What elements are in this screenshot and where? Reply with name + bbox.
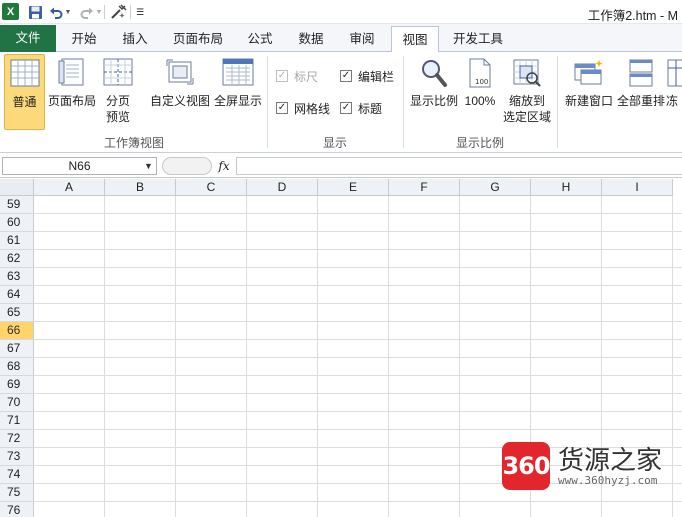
row-header[interactable]: 60: [0, 214, 34, 232]
column-header-e[interactable]: E: [318, 179, 389, 196]
row-header[interactable]: 75: [0, 484, 34, 502]
page-break-preview-icon: [103, 58, 133, 89]
document-title: 工作簿2.htm - M: [587, 9, 678, 23]
group-label-zoom: 显示比例: [455, 136, 504, 150]
magnifier-icon: [419, 58, 449, 91]
redo-icon[interactable]: [80, 3, 94, 21]
column-header-g[interactable]: G: [460, 179, 531, 196]
gridlines-checkbox[interactable]: ✓ 网格线: [276, 100, 330, 116]
row-header[interactable]: 67: [0, 340, 34, 358]
ribbon-view: 普通 页面布局 分页 预览 自定义视图 全屏显示 工作簿视图 ✓ 标尺 ✓ 编辑栏 ✓…: [0, 52, 682, 153]
column-header-a[interactable]: A: [34, 179, 105, 196]
row-header[interactable]: 63: [0, 268, 34, 286]
row-header[interactable]: 69: [0, 376, 34, 394]
separator: [104, 5, 105, 19]
group-label-show: 显示: [322, 136, 347, 150]
zoom-to-selection-button[interactable]: 缩放到 选定区域: [500, 54, 554, 130]
row-header[interactable]: 76: [0, 502, 34, 517]
svg-text:100: 100: [475, 78, 488, 86]
checkbox-icon: ✓: [276, 70, 288, 82]
row-header[interactable]: 62: [0, 250, 34, 268]
watermark-url: www.360hyzj.com: [558, 474, 658, 487]
name-box-dropdown-icon[interactable]: ▼: [144, 161, 153, 171]
new-window-button[interactable]: 新建窗口: [562, 54, 616, 130]
row-header[interactable]: 73: [0, 448, 34, 466]
tab-file[interactable]: 文件: [0, 25, 56, 52]
column-header-b[interactable]: B: [105, 179, 176, 196]
zoom-button[interactable]: 显示比例: [408, 54, 460, 130]
select-all-corner[interactable]: [0, 179, 34, 196]
new-window-icon: [573, 58, 605, 89]
checkbox-icon: ✓: [340, 70, 352, 82]
column-header-h[interactable]: H: [531, 179, 602, 196]
tab-developer[interactable]: 开发工具: [447, 26, 509, 52]
row-header[interactable]: 70: [0, 394, 34, 412]
column-header-d[interactable]: D: [247, 179, 318, 196]
formula-bar-checkbox[interactable]: ✓ 编辑栏: [340, 68, 394, 84]
save-icon[interactable]: [27, 3, 43, 21]
redo-dropdown-icon[interactable]: ▼: [95, 3, 103, 21]
row-header[interactable]: 66: [0, 322, 34, 340]
tab-formulas[interactable]: 公式: [241, 26, 279, 52]
full-screen-button[interactable]: 全屏显示: [212, 54, 264, 130]
column-header-f[interactable]: F: [389, 179, 460, 196]
tab-page-layout[interactable]: 页面布局: [167, 26, 229, 52]
zoom-to-selection-icon: [512, 58, 542, 91]
ruler-checkbox[interactable]: ✓ 标尺: [276, 68, 318, 84]
row-header[interactable]: 71: [0, 412, 34, 430]
zoom-100-icon: 100: [467, 58, 493, 91]
row-header[interactable]: 68: [0, 358, 34, 376]
custom-views-button[interactable]: 自定义视图: [149, 54, 211, 130]
normal-view-icon: [10, 59, 40, 90]
insert-function-icon[interactable]: fx: [214, 157, 234, 175]
watermark: 360 货源之家 www.360hyzj.com: [500, 440, 682, 492]
undo-icon[interactable]: [49, 3, 63, 21]
row-header[interactable]: 65: [0, 304, 34, 322]
group-label-workbook-views: 工作簿视图: [103, 136, 164, 150]
watermark-title: 货源之家: [558, 446, 663, 476]
row-header[interactable]: 72: [0, 430, 34, 448]
custom-views-icon: [165, 58, 195, 89]
headings-checkbox[interactable]: ✓ 标题: [340, 100, 382, 116]
arrange-all-icon: [627, 58, 655, 91]
formula-input[interactable]: [236, 157, 682, 175]
tab-view[interactable]: 视图: [391, 26, 439, 53]
formula-bar: N66 ▼ fx: [0, 154, 682, 178]
zoom-100-button[interactable]: 100 100%: [462, 54, 498, 130]
tab-data[interactable]: 数据: [292, 26, 330, 52]
normal-view-button[interactable]: 普通: [4, 54, 45, 130]
tab-insert[interactable]: 插入: [116, 26, 154, 52]
ribbon-tabs: 文件 开始 插入 页面布局 公式 数据 审阅 视图 开发工具: [0, 24, 682, 53]
column-header-i[interactable]: I: [602, 179, 673, 196]
group-separator: [557, 56, 558, 148]
watermark-logo: 360: [502, 442, 551, 490]
excel-logo-icon[interactable]: X: [2, 3, 19, 20]
freeze-panes-icon: [666, 58, 682, 91]
customize-icon[interactable]: ☰: [134, 3, 146, 21]
tools-icon[interactable]: [110, 3, 128, 21]
name-box[interactable]: N66: [2, 157, 157, 175]
row-header[interactable]: 74: [0, 466, 34, 484]
checkbox-icon: ✓: [340, 102, 352, 114]
page-break-preview-button[interactable]: 分页 预览: [99, 54, 137, 130]
undo-dropdown-icon[interactable]: ▼: [64, 3, 72, 21]
title-bar: X ▼ ▼ ☰ 工作簿2.htm - M: [0, 0, 682, 24]
tab-home[interactable]: 开始: [65, 26, 103, 52]
row-header[interactable]: 59: [0, 196, 34, 214]
formula-bar-resize-handle[interactable]: [162, 157, 212, 175]
page-layout-view-button[interactable]: 页面布局: [47, 54, 97, 130]
column-header-c[interactable]: C: [176, 179, 247, 196]
arrange-all-button[interactable]: 全部重排: [616, 54, 666, 130]
freeze-panes-button[interactable]: 冻: [666, 54, 682, 130]
row-header[interactable]: 61: [0, 232, 34, 250]
separator: [130, 5, 131, 19]
full-screen-icon: [222, 58, 254, 89]
row-header[interactable]: 64: [0, 286, 34, 304]
page-layout-icon: [57, 58, 87, 89]
checkbox-icon: ✓: [276, 102, 288, 114]
tab-review[interactable]: 审阅: [343, 26, 381, 52]
